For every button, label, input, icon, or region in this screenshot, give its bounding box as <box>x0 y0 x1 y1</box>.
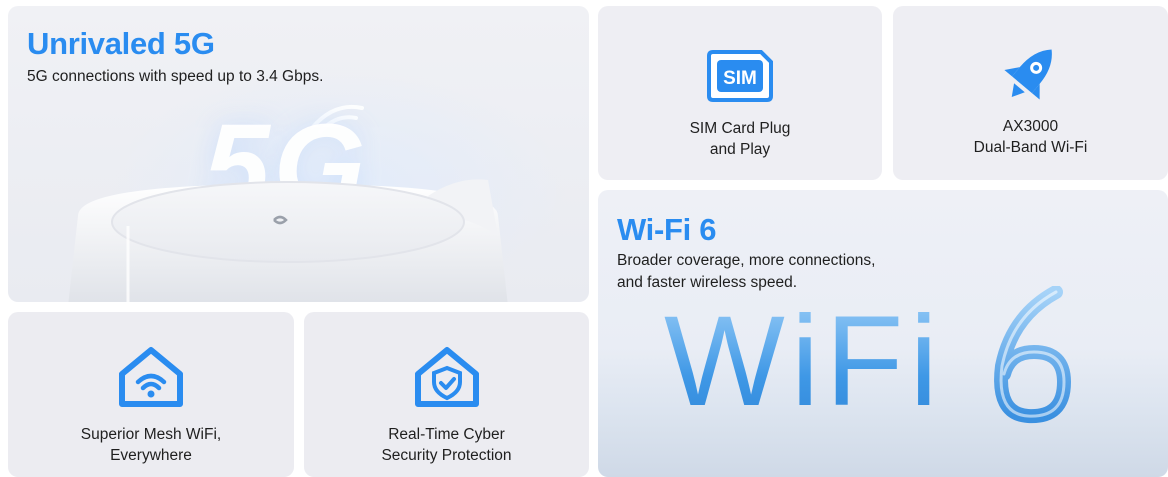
card-sim-plug-play: SIM SIM Card Plug and Play <box>598 6 882 180</box>
card-wifi6: Wi-Fi 6 Broader coverage, more connectio… <box>598 190 1168 477</box>
six-graphic <box>994 286 1072 424</box>
card-title: Unrivaled 5G <box>27 26 215 61</box>
router-image <box>68 179 508 302</box>
sim-card-icon: SIM <box>707 50 773 102</box>
card-subtitle-line1: Broader coverage, more connections, <box>617 252 876 269</box>
card-unrivaled-5g: 5G Unrivaled 5G 5G connections with spee… <box>8 6 589 302</box>
feature-label: AX3000 Dual-Band Wi-Fi <box>973 118 1088 156</box>
house-shield-icon <box>414 347 479 407</box>
feature-label: Superior Mesh WiFi, Everywhere <box>80 426 222 464</box>
card-title: Wi-Fi 6 <box>617 212 717 247</box>
wifi6-graphic-text: WiFi <box>664 290 944 433</box>
card-ax3000: AX3000 Dual-Band Wi-Fi <box>893 6 1168 180</box>
feature-label: SIM Card Plug and Play <box>689 120 791 158</box>
card-mesh-wifi: Superior Mesh WiFi, Everywhere <box>8 312 294 477</box>
svg-text:SIM: SIM <box>723 68 757 89</box>
house-wifi-icon <box>119 347 183 407</box>
rocket-icon <box>1003 49 1052 100</box>
card-cyber-security: Real-Time Cyber Security Protection <box>304 312 589 477</box>
feature-label: Real-Time Cyber Security Protection <box>381 426 512 464</box>
card-subtitle: 5G connections with speed up to 3.4 Gbps… <box>27 68 324 85</box>
